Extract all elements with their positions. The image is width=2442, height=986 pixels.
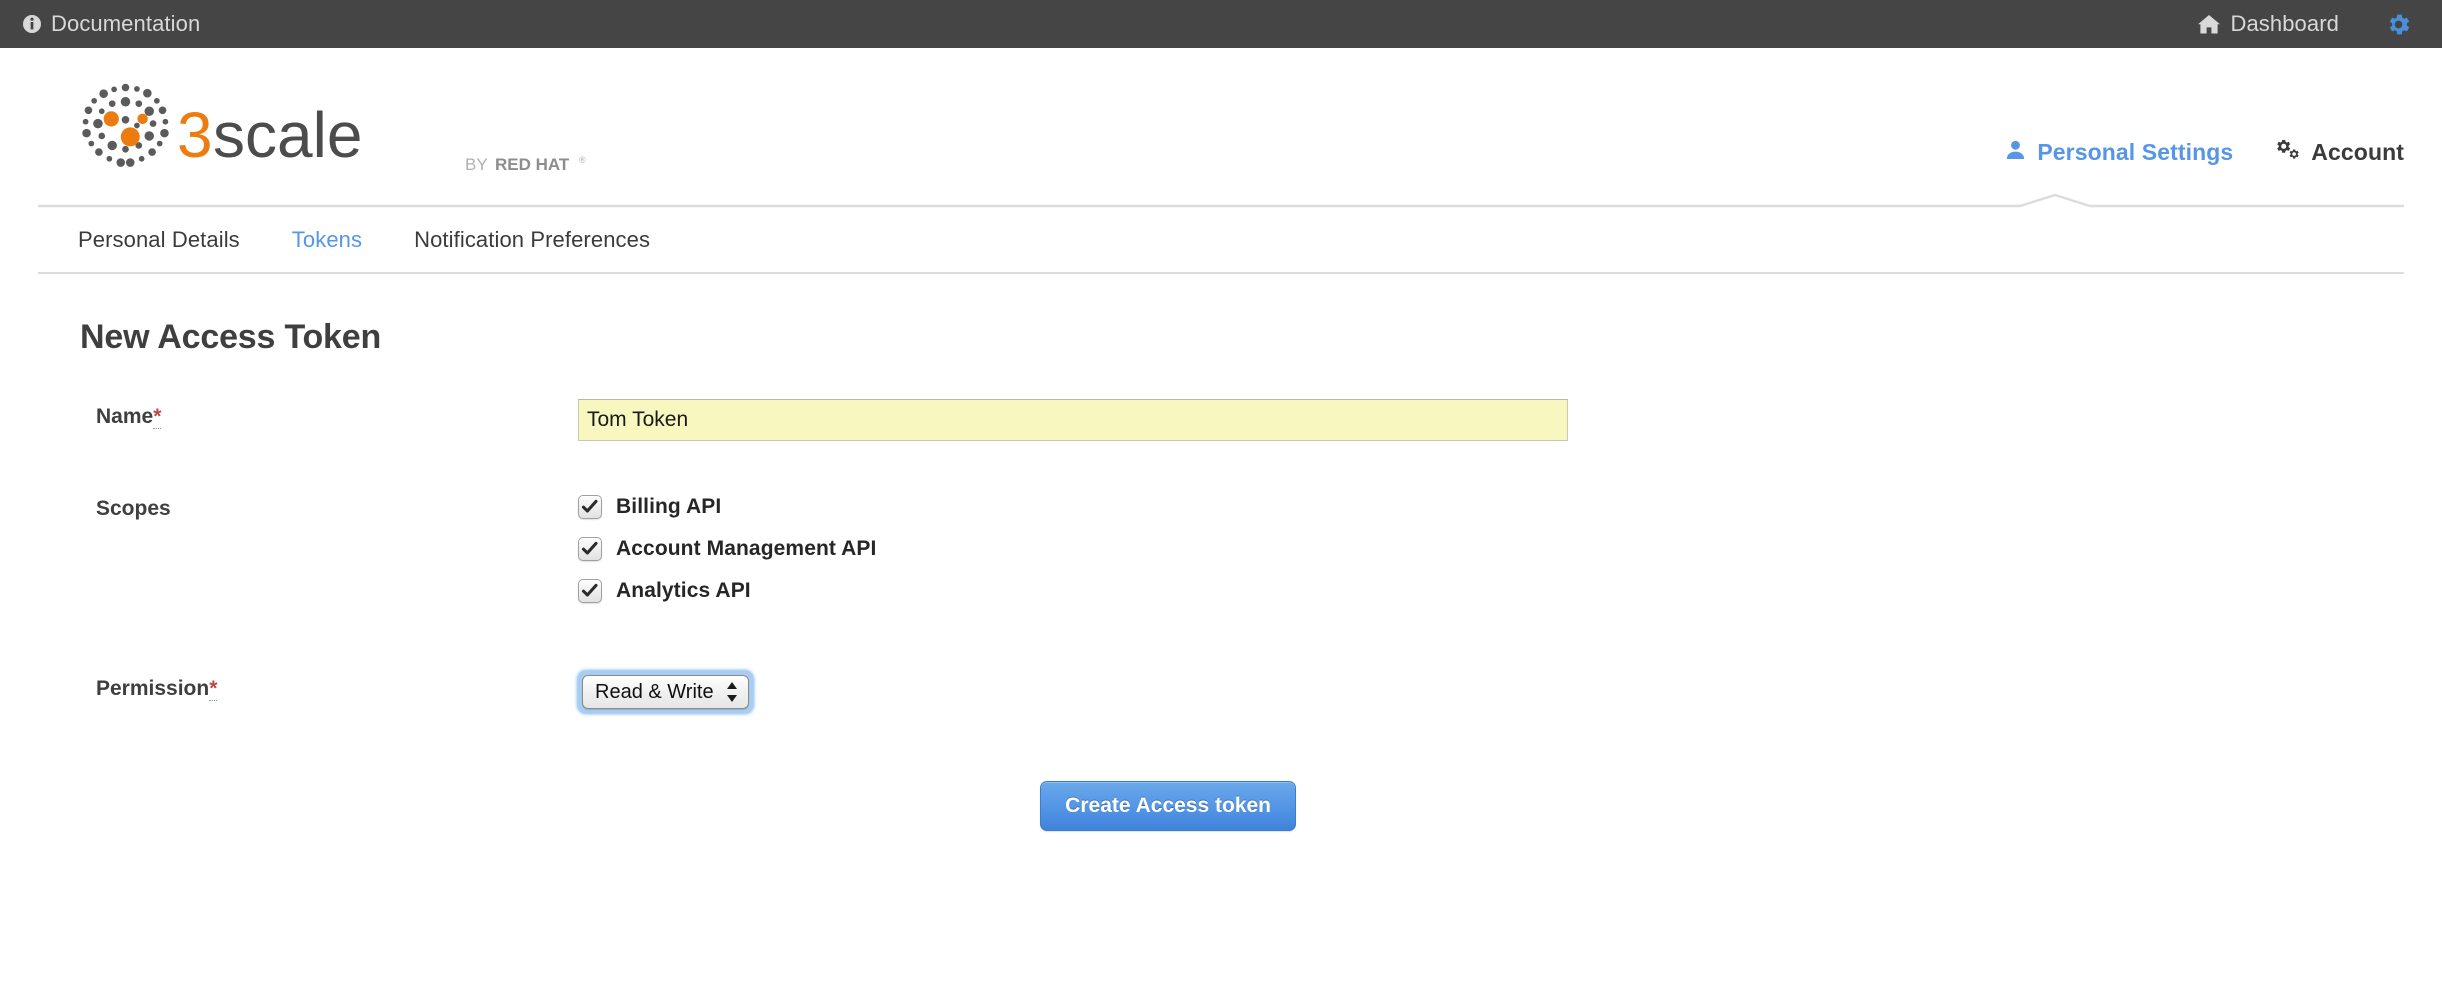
context-nav-label: Account (2311, 138, 2404, 165)
stepper-arrows-icon (726, 681, 738, 703)
masthead: 3 scale BY RED HAT ® Personal Settings A… (0, 48, 2442, 208)
checkbox-checked-icon[interactable] (578, 537, 602, 561)
gear-icon[interactable] (2385, 11, 2412, 38)
new-access-token-form: Name* Scopes Billing API (80, 399, 2404, 831)
context-nav-item-account[interactable]: Account (2275, 138, 2404, 166)
scope-account-management-api[interactable]: Account Management API (578, 535, 2404, 563)
name-label: Name* (80, 399, 578, 429)
cogs-icon (2275, 138, 2300, 166)
permission-label-text: Permission (96, 677, 210, 700)
documentation-label: Documentation (51, 11, 201, 36)
required-marker: * (153, 405, 162, 429)
svg-text:RED HAT: RED HAT (495, 155, 570, 174)
permission-select-focus-ring: Read & Write (578, 671, 753, 713)
svg-text:BY: BY (465, 155, 488, 174)
dashboard-link[interactable]: Dashboard (2197, 11, 2339, 37)
required-marker: * (209, 677, 218, 701)
name-label-text: Name (96, 405, 154, 428)
permission-field-wrapper: Read & Write (578, 671, 2404, 713)
context-nav: Personal Settings Account (2005, 138, 2404, 166)
scope-billing-api[interactable]: Billing API (578, 493, 2404, 521)
scope-label: Billing API (616, 495, 722, 518)
page-title: New Access Token (80, 318, 382, 356)
scopes-checkbox-list: Billing API Account Management API Analy… (578, 491, 2404, 619)
top-utility-bar: Documentation Dashboard (0, 0, 2442, 48)
info-circle-icon (22, 14, 42, 34)
create-access-token-button[interactable]: Create Access token (1040, 781, 1296, 831)
scope-label: Analytics API (616, 579, 751, 602)
name-input[interactable] (578, 399, 1568, 441)
permission-label: Permission* (80, 671, 578, 701)
masthead-divider-with-notch (38, 193, 2404, 208)
tab-label: Tokens (291, 227, 363, 252)
tab-notification-preferences[interactable]: Notification Preferences (388, 227, 676, 253)
home-icon (2197, 14, 2221, 35)
checkbox-checked-icon[interactable] (578, 579, 602, 603)
scope-label: Account Management API (616, 537, 877, 560)
permission-select[interactable]: Read & Write (582, 675, 749, 709)
form-row-scopes: Scopes Billing API Account Management AP… (80, 491, 2404, 619)
svg-text:scale: scale (213, 105, 362, 171)
logo-mark-dots-icon (78, 78, 173, 178)
svg-text:3: 3 (177, 105, 213, 171)
name-field-wrapper (578, 399, 2404, 441)
scopes-label-text: Scopes (96, 497, 171, 520)
logo-tagline: BY RED HAT ® (387, 155, 599, 179)
form-actions: Create Access token (80, 781, 2404, 831)
subnav-tabs: Personal Details Tokens Notification Pre… (38, 208, 2404, 274)
context-nav-item-personal-settings[interactable]: Personal Settings (2005, 139, 2233, 166)
tab-personal-details[interactable]: Personal Details (52, 227, 266, 253)
context-nav-label: Personal Settings (2037, 138, 2234, 165)
tab-label: Personal Details (78, 227, 240, 252)
logo-wordmark: 3 scale BY RED HAT ® (177, 99, 599, 180)
user-icon (2005, 139, 2026, 166)
form-row-name: Name* (80, 399, 2404, 441)
3scale-logo[interactable]: 3 scale BY RED HAT ® (78, 78, 599, 178)
scopes-label: Scopes (80, 491, 578, 521)
top-bar-right-group: Dashboard (2197, 11, 2412, 38)
main-content: New Access Token Name* Scopes (0, 274, 2442, 831)
scope-analytics-api[interactable]: Analytics API (578, 577, 2404, 605)
svg-text:®: ® (579, 155, 586, 165)
documentation-link[interactable]: Documentation (22, 11, 200, 37)
top-bar-left-group: Documentation (22, 11, 200, 37)
dashboard-label: Dashboard (2230, 11, 2339, 36)
checkbox-checked-icon[interactable] (578, 495, 602, 519)
form-row-permission: Permission* Read & Write (80, 671, 2404, 713)
tab-tokens[interactable]: Tokens (266, 227, 388, 253)
tab-label: Notification Preferences (414, 227, 651, 252)
